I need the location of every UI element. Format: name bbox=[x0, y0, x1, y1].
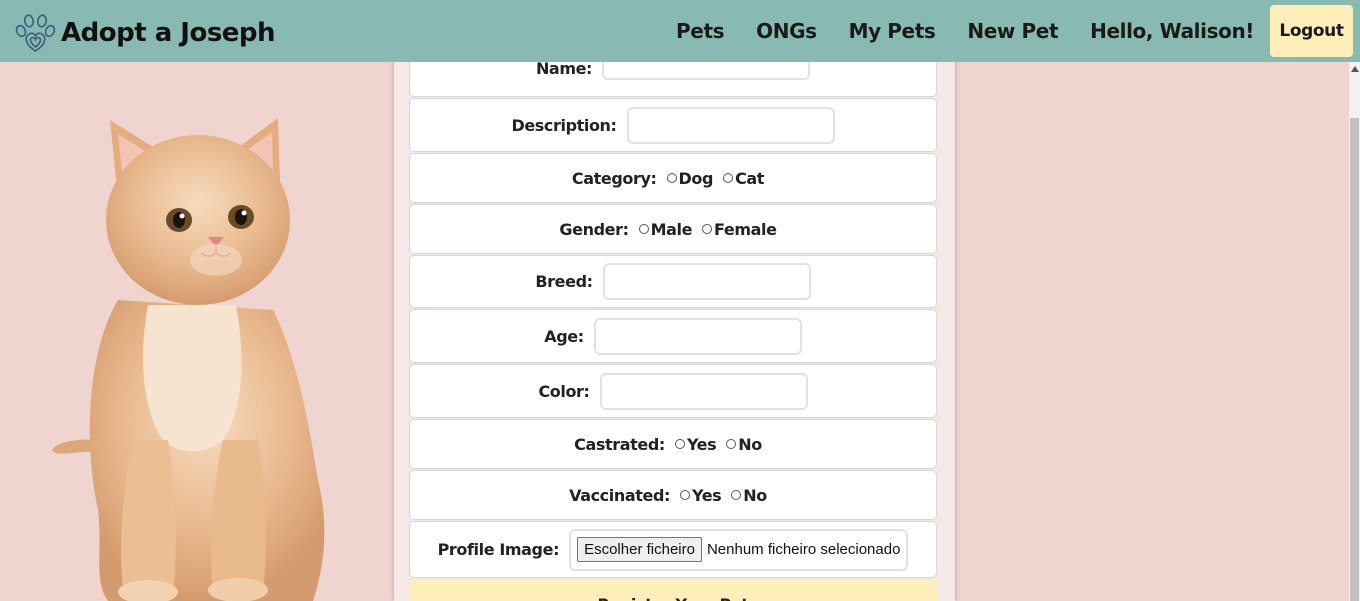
gender-radio-group: Male Female bbox=[638, 219, 787, 239]
vaccinated-radio-group: Yes No bbox=[680, 486, 777, 505]
nav-link-new-pet[interactable]: New Pet bbox=[967, 19, 1058, 43]
brand[interactable]: Adopt a Joseph bbox=[12, 13, 276, 53]
vaccinated-row: Vaccinated: Yes No bbox=[409, 470, 937, 520]
description-input[interactable] bbox=[626, 106, 835, 144]
vaccinated-no-label: No bbox=[743, 485, 767, 505]
category-cat-label: Cat bbox=[735, 168, 765, 188]
scrollbar-thumb[interactable] bbox=[1350, 118, 1359, 601]
description-row: Description: bbox=[409, 98, 937, 152]
gender-male-radio[interactable] bbox=[638, 224, 649, 234]
user-greeting: Hello, Walison! bbox=[1090, 19, 1254, 43]
new-pet-form: Name: Description: Category: Dog Cat Gen… bbox=[394, 0, 955, 601]
breed-label: Breed: bbox=[535, 272, 593, 291]
description-label: Description: bbox=[511, 115, 617, 135]
nav-link-pets[interactable]: Pets bbox=[676, 19, 724, 43]
category-dog-label: Dog bbox=[678, 168, 714, 188]
castrated-no-radio[interactable] bbox=[726, 439, 737, 449]
nav-links: Pets ONGs My Pets New Pet Hello, Walison… bbox=[676, 0, 1360, 62]
category-cat-radio[interactable] bbox=[723, 173, 734, 183]
age-label: Age: bbox=[544, 326, 584, 346]
color-row: Color: bbox=[409, 364, 937, 418]
paw-heart-icon bbox=[15, 14, 56, 52]
page-scrollbar[interactable] bbox=[1349, 62, 1360, 601]
vaccinated-yes-label: Yes bbox=[692, 485, 722, 505]
scroll-up-arrow-icon[interactable] bbox=[1351, 66, 1359, 72]
choose-file-button[interactable]: Escolher ficheiro bbox=[577, 537, 702, 562]
castrated-label: Castrated: bbox=[574, 434, 665, 454]
category-radio-group: Dog Cat bbox=[666, 168, 775, 188]
castrated-radio-group: Yes No bbox=[674, 434, 772, 454]
nav-link-my-pets[interactable]: My Pets bbox=[849, 19, 936, 43]
vaccinated-yes-radio[interactable] bbox=[680, 490, 690, 500]
gender-male-label: Male bbox=[650, 219, 693, 239]
castrated-no-label: No bbox=[738, 434, 762, 454]
profile-image-file-input: Escolher ficheiro Nenhum ficheiro seleci… bbox=[569, 528, 909, 571]
vaccinated-label: Vaccinated: bbox=[569, 485, 670, 505]
category-dog-radio[interactable] bbox=[666, 173, 677, 183]
kitten-image bbox=[52, 118, 325, 601]
gender-row: Gender: Male Female bbox=[409, 204, 937, 254]
brand-title: Adopt a Joseph bbox=[61, 18, 276, 48]
logout-button[interactable]: Logout bbox=[1270, 5, 1353, 57]
castrated-yes-label: Yes bbox=[686, 434, 717, 454]
category-row: Category: Dog Cat bbox=[409, 153, 937, 203]
register-pet-button[interactable]: Register Your Pet bbox=[409, 579, 937, 601]
gender-label: Gender: bbox=[559, 219, 629, 239]
age-input[interactable] bbox=[593, 317, 802, 355]
profile-image-row: Profile Image: Escolher ficheiro Nenhum … bbox=[409, 521, 937, 578]
nav-link-ongs[interactable]: ONGs bbox=[756, 19, 817, 43]
color-label: Color: bbox=[538, 381, 590, 401]
castrated-row: Castrated: Yes No bbox=[409, 419, 937, 469]
profile-image-label: Profile Image: bbox=[437, 540, 560, 559]
castrated-yes-radio[interactable] bbox=[674, 439, 685, 449]
navbar: Adopt a Joseph Pets ONGs My Pets New Pet… bbox=[0, 0, 1360, 62]
gender-female-label: Female bbox=[714, 219, 777, 239]
vaccinated-no-radio[interactable] bbox=[731, 490, 742, 500]
breed-input[interactable] bbox=[602, 263, 811, 300]
file-status-text: Nenhum ficheiro selecionado bbox=[706, 541, 901, 558]
age-row: Age: bbox=[409, 309, 937, 363]
category-label: Category: bbox=[571, 168, 657, 188]
breed-row: Breed: bbox=[409, 255, 937, 308]
gender-female-radio[interactable] bbox=[702, 224, 713, 234]
color-input[interactable] bbox=[599, 372, 808, 410]
